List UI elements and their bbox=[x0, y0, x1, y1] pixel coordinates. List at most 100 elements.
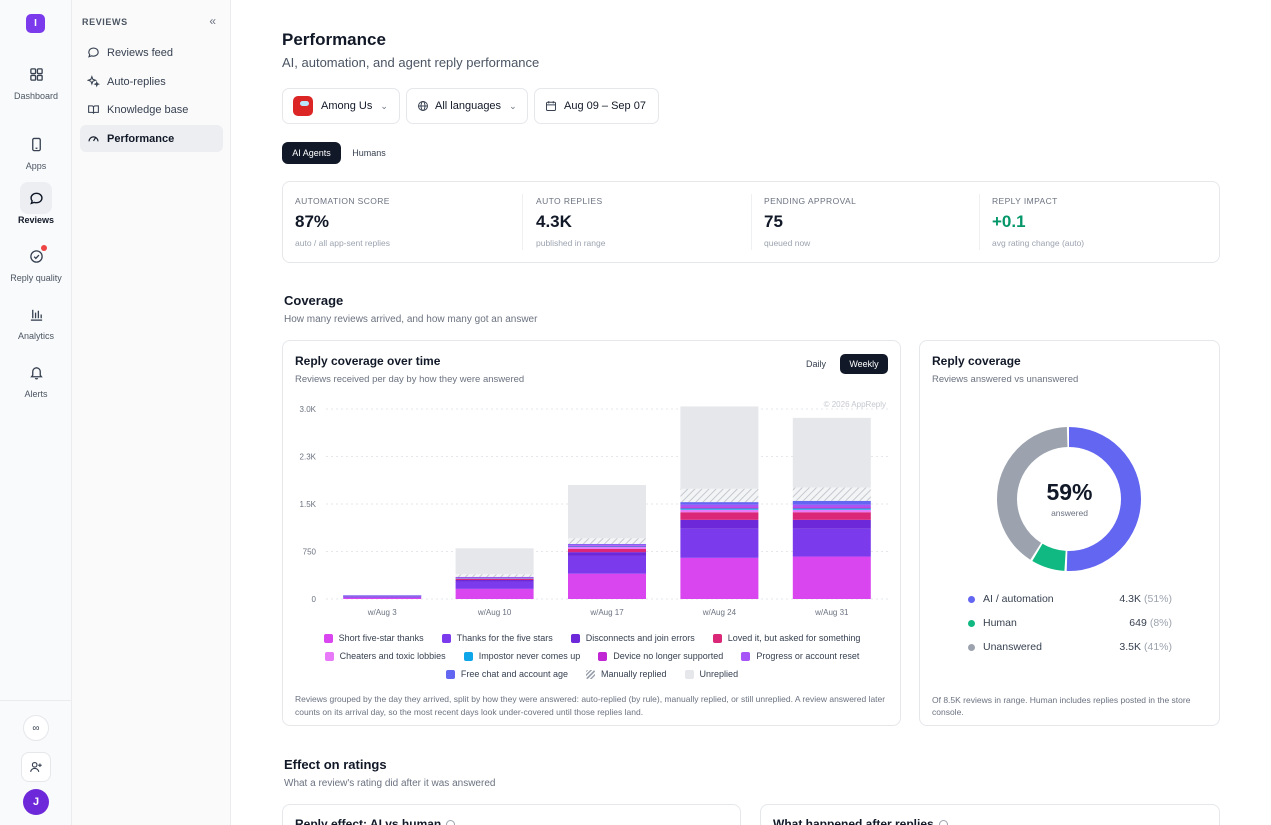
bar-segment bbox=[343, 595, 422, 596]
bar-segment bbox=[792, 528, 871, 557]
legend-item[interactable]: Manually replied bbox=[586, 669, 667, 679]
card-title-text: What happened after replies bbox=[773, 817, 934, 825]
nav-item-label: Reviews feed bbox=[107, 46, 174, 59]
infinity-button[interactable]: ∞ bbox=[23, 715, 49, 741]
effect-subheading: What a review's rating did after it was … bbox=[284, 778, 496, 789]
bell-icon bbox=[20, 356, 52, 388]
nav-item-reviews-feed[interactable]: Reviews feed bbox=[80, 39, 223, 66]
rail-item-apps[interactable]: Apps bbox=[0, 128, 72, 171]
nav-item-label: Performance bbox=[107, 132, 175, 145]
sparkle-icon bbox=[87, 75, 100, 88]
bar-segment bbox=[680, 528, 759, 558]
legend-dot bbox=[968, 619, 975, 627]
main-content: Performance AI, automation, and agent re… bbox=[231, 0, 1271, 825]
info-icon[interactable] bbox=[446, 820, 456, 825]
tab-humans[interactable]: Humans bbox=[344, 142, 394, 164]
nav-item-knowledge-base[interactable]: Knowledge base bbox=[80, 96, 223, 123]
legend-item[interactable]: Device no longer supported bbox=[598, 651, 723, 661]
x-tick-label: w/Aug 10 bbox=[477, 608, 512, 617]
rail-item-dashboard[interactable]: Dashboard bbox=[0, 58, 72, 101]
legend-swatch bbox=[441, 633, 451, 643]
language-selector[interactable]: All languages ⌄ bbox=[406, 88, 528, 124]
y-tick-label: 0 bbox=[312, 595, 317, 604]
kpi-strip: AUTOMATION SCORE 87% auto / all app-sent… bbox=[282, 181, 1220, 263]
bar-segment bbox=[792, 487, 871, 501]
bar-segment bbox=[568, 548, 646, 553]
x-tick-label: w/Aug 24 bbox=[702, 608, 737, 617]
bar-segment bbox=[568, 547, 646, 549]
rail-item-reply-quality[interactable]: Reply quality bbox=[0, 240, 72, 283]
donut-legend-human: Human 649 (8%) bbox=[968, 615, 1172, 631]
legend-swatch bbox=[741, 651, 751, 661]
divider bbox=[751, 194, 752, 250]
bar-segment bbox=[568, 543, 646, 545]
legend-item[interactable]: Loved it, but asked for something bbox=[712, 633, 860, 643]
legend-item[interactable]: Progress or account reset bbox=[741, 651, 859, 661]
bar-chart-icon bbox=[20, 298, 52, 330]
date-range-picker[interactable]: Aug 09 – Sep 07 bbox=[534, 88, 659, 124]
legend-percent: (41%) bbox=[1143, 641, 1172, 653]
rail-label: Apps bbox=[25, 161, 47, 171]
stat-value: 4.3K bbox=[536, 212, 572, 231]
stat-caption: auto / all app-sent replies bbox=[295, 238, 390, 248]
legend-item[interactable]: Disconnects and join errors bbox=[570, 633, 695, 643]
bar-segment bbox=[680, 509, 759, 513]
bar-segment bbox=[455, 574, 534, 577]
legend-row: Cheaters and toxic lobbies Impostor never… bbox=[295, 647, 889, 665]
legend-item[interactable]: Short five-star thanks bbox=[323, 633, 424, 643]
toggle-daily[interactable]: Daily bbox=[796, 354, 836, 374]
bar-segment bbox=[792, 504, 871, 508]
bar-segment bbox=[680, 519, 759, 529]
legend-dot bbox=[968, 643, 975, 651]
app-selector[interactable]: Among Us ⌄ bbox=[282, 88, 400, 124]
legend-swatch bbox=[463, 651, 473, 661]
legend-label: Thanks for the five stars bbox=[456, 633, 553, 643]
legend-percent: (8%) bbox=[1149, 617, 1172, 629]
x-tick-label: w/Aug 31 bbox=[814, 608, 849, 617]
bar-segment bbox=[792, 556, 871, 599]
app-logo[interactable]: I bbox=[26, 14, 45, 33]
legend-item[interactable]: Free chat and account age bbox=[445, 669, 568, 679]
legend-swatch bbox=[586, 669, 595, 679]
stat-label: PENDING APPROVAL bbox=[764, 196, 857, 206]
legend-item[interactable]: Unreplied bbox=[684, 669, 738, 679]
donut-center-value: 59% bbox=[1046, 479, 1093, 505]
rail-item-alerts[interactable]: Alerts bbox=[0, 356, 72, 399]
bar-segment bbox=[455, 576, 534, 578]
bar-segment bbox=[455, 578, 534, 580]
legend-swatch bbox=[324, 651, 334, 661]
nav-item-performance[interactable]: Performance bbox=[80, 125, 223, 152]
legend-item[interactable]: Cheaters and toxic lobbies bbox=[324, 651, 446, 661]
chart-title: Reply coverage over time bbox=[295, 354, 441, 368]
date-range-label: Aug 09 – Sep 07 bbox=[564, 100, 646, 112]
grid-icon bbox=[20, 58, 52, 90]
toggle-weekly[interactable]: Weekly bbox=[840, 354, 888, 374]
add-user-icon bbox=[30, 761, 42, 772]
stat-label: REPLY IMPACT bbox=[992, 196, 1058, 206]
bar-segment bbox=[680, 406, 759, 489]
reply-coverage-chart-card: Reply coverage over time Reviews receive… bbox=[282, 340, 901, 726]
tab-ai-agents[interactable]: AI Agents bbox=[282, 142, 341, 164]
invite-user-button[interactable] bbox=[21, 752, 51, 782]
legend-item[interactable]: Impostor never comes up bbox=[463, 651, 581, 661]
info-icon[interactable] bbox=[938, 820, 948, 825]
stat-caption: published in range bbox=[536, 238, 606, 248]
collapse-icon[interactable]: « bbox=[209, 14, 216, 28]
bar-segment bbox=[792, 512, 871, 520]
check-circle-icon bbox=[20, 240, 52, 272]
x-tick-label: w/Aug 3 bbox=[367, 608, 397, 617]
legend-item[interactable]: Thanks for the five stars bbox=[441, 633, 553, 643]
user-avatar[interactable]: J bbox=[23, 789, 49, 815]
legend-row: Short five-star thanks Thanks for the fiv… bbox=[295, 629, 889, 647]
nav-item-auto-replies[interactable]: Auto-replies bbox=[80, 68, 223, 95]
legend-label: Manually replied bbox=[601, 669, 667, 679]
bar-segment bbox=[792, 509, 871, 513]
nav-heading: REVIEWS bbox=[82, 17, 128, 27]
legend-label: Impostor never comes up bbox=[478, 651, 581, 661]
legend-label: Free chat and account age bbox=[460, 669, 568, 679]
rail-item-analytics[interactable]: Analytics bbox=[0, 298, 72, 341]
rail-item-reviews[interactable]: Reviews bbox=[0, 182, 72, 225]
coverage-subheading: How many reviews arrived, and how many g… bbox=[284, 314, 538, 325]
legend-swatch bbox=[323, 633, 333, 643]
page-title: Performance bbox=[282, 30, 386, 49]
